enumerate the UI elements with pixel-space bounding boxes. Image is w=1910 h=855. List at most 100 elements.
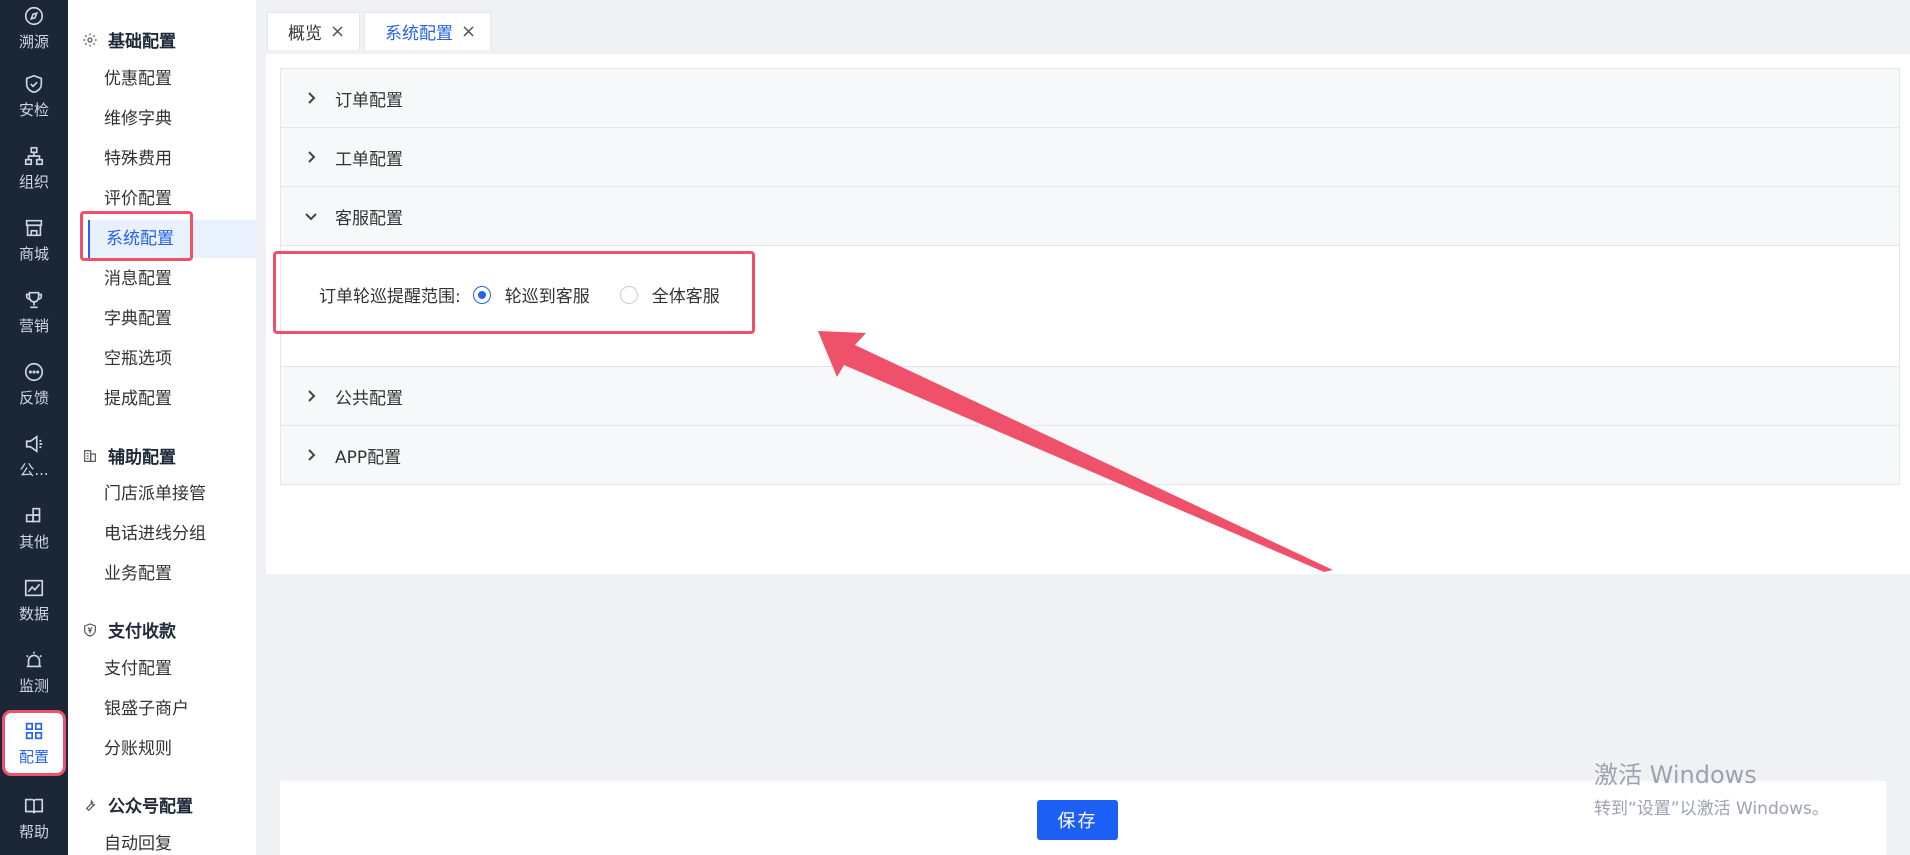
building-icon [84, 449, 96, 462]
rail-label: 反馈 [18, 388, 49, 407]
compass-icon [24, 6, 44, 25]
tab-system-config[interactable]: 系统配置 × [364, 12, 492, 50]
watermark-title: 激活 Windows [1594, 761, 1757, 789]
rail-label: 其他 [18, 532, 49, 551]
group-title-text: 支付收款 [108, 622, 176, 642]
tab-overview[interactable]: 概览 × [267, 12, 361, 50]
rail-label: 安检 [18, 100, 49, 119]
menu-item-store-dispatch[interactable]: 门店派单接管 [88, 475, 256, 513]
radio-rotate-to-agent[interactable]: 轮巡到客服 [472, 282, 590, 307]
group-title-text: 辅助配置 [108, 448, 176, 468]
rail-label: 监测 [18, 676, 49, 695]
menu-item-discount[interactable]: 优惠配置 [88, 60, 256, 98]
sub-menu: 基础配置 优惠配置 维修字典 特殊费用 评价配置 系统配置 消息配置 字典配置 … [68, 0, 256, 855]
section-title: 工单配置 [335, 149, 403, 170]
section-header[interactable]: APP配置 [281, 426, 1899, 484]
chevron-down-icon [305, 213, 317, 221]
rail-label: 溯源 [18, 32, 49, 51]
section-header[interactable]: 公共配置 [281, 367, 1899, 425]
group-payment: 支付收款 [82, 617, 176, 642]
menu-item-dictionary[interactable]: 字典配置 [88, 300, 256, 338]
content-panel: 订单配置 工单配置 客服配置 订单轮巡提醒范围: 轮巡到客服 全体客服 公共配置… [266, 54, 1910, 574]
section-work-order: 工单配置 [281, 128, 1899, 187]
rail-item-announcement[interactable]: 公... [0, 422, 68, 490]
rail-item-feedback[interactable]: 反馈 [0, 350, 68, 418]
rail-item-config[interactable]: 配置 [2, 710, 66, 776]
tab-label: 概览 [288, 24, 322, 44]
windows-activation-watermark: 激活 Windows 转到“设置”以激活 Windows。 [1594, 755, 1829, 819]
rail-item-marketing[interactable]: 营销 [0, 278, 68, 346]
menu-item-empty-bottle[interactable]: 空瓶选项 [88, 340, 256, 378]
close-icon[interactable]: × [330, 21, 345, 42]
reminder-scope-label: 订单轮巡提醒范围: [319, 287, 461, 307]
radio-all-agents[interactable]: 全体客服 [619, 282, 720, 307]
org-chart-icon [24, 146, 44, 165]
menu-item-special-fee[interactable]: 特殊费用 [88, 140, 256, 178]
yen-shield-icon [84, 622, 96, 637]
close-icon[interactable]: × [461, 21, 476, 42]
section-title: 订单配置 [335, 90, 403, 111]
menu-item-auto-reply[interactable]: 自动回复 [88, 825, 256, 855]
section-header[interactable]: 订单配置 [281, 69, 1899, 127]
menu-item-commission[interactable]: 提成配置 [88, 380, 256, 418]
trophy-icon [25, 291, 43, 308]
rail-label: 数据 [18, 604, 49, 623]
chevron-right-icon [308, 449, 316, 461]
rail-item-organization[interactable]: 组织 [0, 134, 68, 202]
menu-item-system-config[interactable]: 系统配置 [88, 220, 256, 258]
section-header[interactable]: 工单配置 [281, 128, 1899, 186]
wrench-icon [85, 798, 96, 811]
group-title-text: 基础配置 [108, 32, 176, 52]
rail-item-monitor[interactable]: 监测 [0, 638, 68, 706]
rail-item-mall[interactable]: 商城 [0, 206, 68, 274]
rail-item-help[interactable]: 帮助 [0, 784, 68, 852]
grid-icon [25, 722, 43, 739]
rail-item-trace[interactable]: 溯源 [0, 0, 68, 62]
rail-label: 配置 [18, 747, 49, 766]
section-header[interactable]: 客服配置 [281, 187, 1899, 245]
menu-item-rating[interactable]: 评价配置 [88, 180, 256, 218]
radio-circle[interactable] [619, 285, 638, 304]
section-public: 公共配置 [281, 367, 1899, 426]
rail-item-other[interactable]: 其他 [0, 494, 68, 562]
section-app: APP配置 [281, 426, 1899, 484]
rail-label: 营销 [18, 316, 49, 335]
menu-item-payment-config[interactable]: 支付配置 [88, 650, 256, 688]
radio-circle[interactable] [472, 285, 491, 304]
menu-item-yinsheng-merchant[interactable]: 银盛子商户 [88, 690, 256, 728]
section-order: 订单配置 [281, 69, 1899, 128]
line-chart-icon [24, 579, 44, 596]
group-aux-config: 辅助配置 [82, 443, 176, 468]
config-collapse: 订单配置 工单配置 客服配置 订单轮巡提醒范围: 轮巡到客服 全体客服 公共配置… [280, 68, 1900, 485]
book-icon [24, 798, 44, 813]
store-icon [25, 219, 43, 236]
rail-label: 帮助 [18, 822, 49, 841]
group-title-text: 公众号配置 [108, 797, 193, 817]
menu-item-phone-group[interactable]: 电话进线分组 [88, 515, 256, 553]
rail-label: 组织 [18, 172, 49, 191]
tab-label: 系统配置 [385, 24, 453, 44]
rail-label: 公... [19, 460, 49, 479]
megaphone-icon [25, 434, 43, 453]
group-official-account: 公众号配置 [82, 792, 193, 817]
section-title: APP配置 [335, 447, 402, 468]
group-basic-config: 基础配置 [82, 27, 176, 52]
menu-item-repair-dict[interactable]: 维修字典 [88, 100, 256, 138]
section-body: 订单轮巡提醒范围: 轮巡到客服 全体客服 [281, 245, 1899, 366]
alarm-light-icon [26, 651, 42, 667]
save-button[interactable]: 保存 [1037, 800, 1118, 840]
rail-item-data[interactable]: 数据 [0, 566, 68, 634]
rail-item-inspection[interactable]: 安检 [0, 62, 68, 130]
shield-check-icon [25, 74, 43, 93]
gear-icon [83, 32, 97, 47]
rail-label: 商城 [18, 244, 49, 263]
section-title: 公共配置 [335, 388, 403, 409]
section-title: 客服配置 [335, 208, 403, 229]
menu-item-split-rules[interactable]: 分账规则 [88, 730, 256, 768]
tab-bar: 概览 × 系统配置 × [256, 0, 1910, 54]
menu-item-business[interactable]: 业务配置 [88, 555, 256, 593]
reminder-scope-row: 订单轮巡提醒范围: 轮巡到客服 全体客服 [319, 282, 738, 307]
menu-item-message[interactable]: 消息配置 [88, 260, 256, 298]
chevron-right-icon [308, 92, 316, 104]
icon-rail: 溯源 安检 组织 商城 营销 反馈 公... 其他 数据 监测 配置 帮助 [0, 0, 68, 855]
